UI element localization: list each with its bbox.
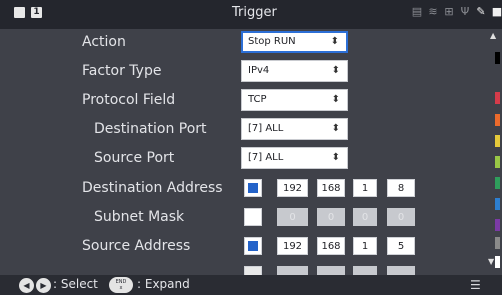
bottom-bar: ◀ ▶ : Select END x : Expand ☰ xyxy=(0,275,502,295)
destination-port-select[interactable]: [7] ALL ⬍ xyxy=(241,118,348,140)
updown-chevron-icon: ⬍ xyxy=(330,36,339,47)
channel-indicator-4 xyxy=(495,135,500,147)
channel-indicator-2 xyxy=(495,92,500,104)
source-port-select[interactable]: [7] ALL ⬍ xyxy=(241,147,348,169)
updown-chevron-icon: ⬍ xyxy=(331,123,340,134)
checkbox-checked-mark xyxy=(248,241,258,251)
usb-icon: Ψ xyxy=(460,5,470,18)
subnet-mask-row-1: Subnet Mask 0 0 0 0 xyxy=(0,204,480,230)
next-row-octet-4 xyxy=(387,266,415,275)
list-menu-icon[interactable]: ☰ xyxy=(470,278,481,292)
destination-address-octet-4[interactable]: 8 xyxy=(387,179,415,197)
destination-address-octet-1[interactable]: 192 xyxy=(277,179,308,197)
expand-hint: : Expand xyxy=(137,277,190,291)
menu-square-icon[interactable] xyxy=(14,7,25,18)
channel-indicator-6 xyxy=(495,177,500,189)
network-icon: ⊞ xyxy=(444,5,454,18)
channel-indicator-10 xyxy=(495,256,500,268)
scroll-up-arrow-icon[interactable]: ▲ xyxy=(490,31,496,40)
source-address-checkbox[interactable] xyxy=(244,237,262,255)
destination-address-row: Destination Address 192 168 1 8 xyxy=(0,175,480,201)
subnet-mask-octet-3: 0 xyxy=(353,208,377,226)
next-row-checkbox[interactable] xyxy=(244,266,262,275)
lock-icon: ■ xyxy=(491,5,502,18)
checkbox-checked-mark xyxy=(248,183,258,193)
destination-address-label: Destination Address xyxy=(82,180,223,196)
channel-indicator-7 xyxy=(495,198,500,210)
updown-chevron-icon: ⬍ xyxy=(331,152,340,163)
action-label: Action xyxy=(82,34,126,50)
source-address-row: Source Address 192 168 1 5 xyxy=(0,233,480,259)
source-address-octet-1[interactable]: 192 xyxy=(277,237,308,255)
action-select[interactable]: Stop RUN ⬍ xyxy=(241,31,348,53)
destination-address-checkbox[interactable] xyxy=(244,179,262,197)
subnet-mask-checkbox[interactable] xyxy=(244,208,262,226)
source-address-octet-2[interactable]: 168 xyxy=(317,237,345,255)
protocol-field-select[interactable]: TCP ⬍ xyxy=(241,89,348,111)
source-port-label: Source Port xyxy=(94,150,175,166)
end-x-key-icon: END x xyxy=(109,277,133,293)
updown-chevron-icon: ⬍ xyxy=(331,65,340,76)
protocol-field-label: Protocol Field xyxy=(82,92,176,108)
factor-type-value: IPv4 xyxy=(248,65,270,76)
action-row: Action Stop RUN ⬍ xyxy=(0,29,480,55)
channel-indicator-3 xyxy=(495,114,500,126)
destination-address-octet-2[interactable]: 168 xyxy=(317,179,345,197)
top-bar: 1 Trigger ▤ ≋ ⊞ Ψ ✎ ■ ▮ xyxy=(0,0,502,29)
protocol-field-row: Protocol Field TCP ⬍ xyxy=(0,87,480,113)
scroll-down-arrow-icon[interactable]: ▼ xyxy=(488,257,494,266)
page-badge[interactable]: 1 xyxy=(31,7,42,18)
updown-chevron-icon: ⬍ xyxy=(331,94,340,105)
destination-port-value: [7] ALL xyxy=(248,123,284,134)
subnet-mask-octet-2: 0 xyxy=(317,208,345,226)
channel-indicator-8 xyxy=(495,219,500,231)
page-title: Trigger xyxy=(232,5,277,20)
next-row-octet-1 xyxy=(277,266,308,275)
next-row-octet-3 xyxy=(353,266,377,275)
subnet-mask-label: Subnet Mask xyxy=(94,209,185,225)
source-port-row: Source Port [7] ALL ⬍ xyxy=(0,145,480,171)
channel-indicator-9 xyxy=(495,237,500,249)
destination-port-row: Destination Port [7] ALL ⬍ xyxy=(0,116,480,142)
scrollbar[interactable]: ▲ ▼ xyxy=(487,29,502,273)
subnet-mask-octet-1: 0 xyxy=(277,208,308,226)
left-arrow-key-icon: ◀ xyxy=(19,278,34,293)
source-address-label: Source Address xyxy=(82,238,191,254)
factor-type-label: Factor Type xyxy=(82,63,162,79)
status-icons: ▤ ≋ ⊞ Ψ ✎ ■ ▮ xyxy=(411,6,502,18)
source-address-octet-3[interactable]: 1 xyxy=(353,237,377,255)
channel-indicator-1 xyxy=(495,52,500,64)
source-port-value: [7] ALL xyxy=(248,152,284,163)
factor-type-select[interactable]: IPv4 ⬍ xyxy=(241,60,348,82)
factor-type-row: Factor Type IPv4 ⬍ xyxy=(0,58,480,84)
select-hint: : Select xyxy=(53,277,98,291)
action-value: Stop RUN xyxy=(248,36,296,47)
destination-address-octet-3[interactable]: 1 xyxy=(353,179,377,197)
pen-icon: ✎ xyxy=(476,5,486,18)
channel-indicator-5 xyxy=(495,156,500,168)
next-row-octet-2 xyxy=(317,266,345,275)
source-address-octet-4[interactable]: 5 xyxy=(387,237,415,255)
wifi-icon: ≋ xyxy=(428,5,438,18)
protocol-field-value: TCP xyxy=(248,94,267,105)
destination-port-label: Destination Port xyxy=(94,121,207,137)
printer-icon: ▤ xyxy=(411,5,423,18)
right-arrow-key-icon: ▶ xyxy=(36,278,51,293)
end-key-sub-label: x xyxy=(119,285,123,291)
next-row-partial xyxy=(0,262,480,275)
subnet-mask-octet-4: 0 xyxy=(387,208,415,226)
